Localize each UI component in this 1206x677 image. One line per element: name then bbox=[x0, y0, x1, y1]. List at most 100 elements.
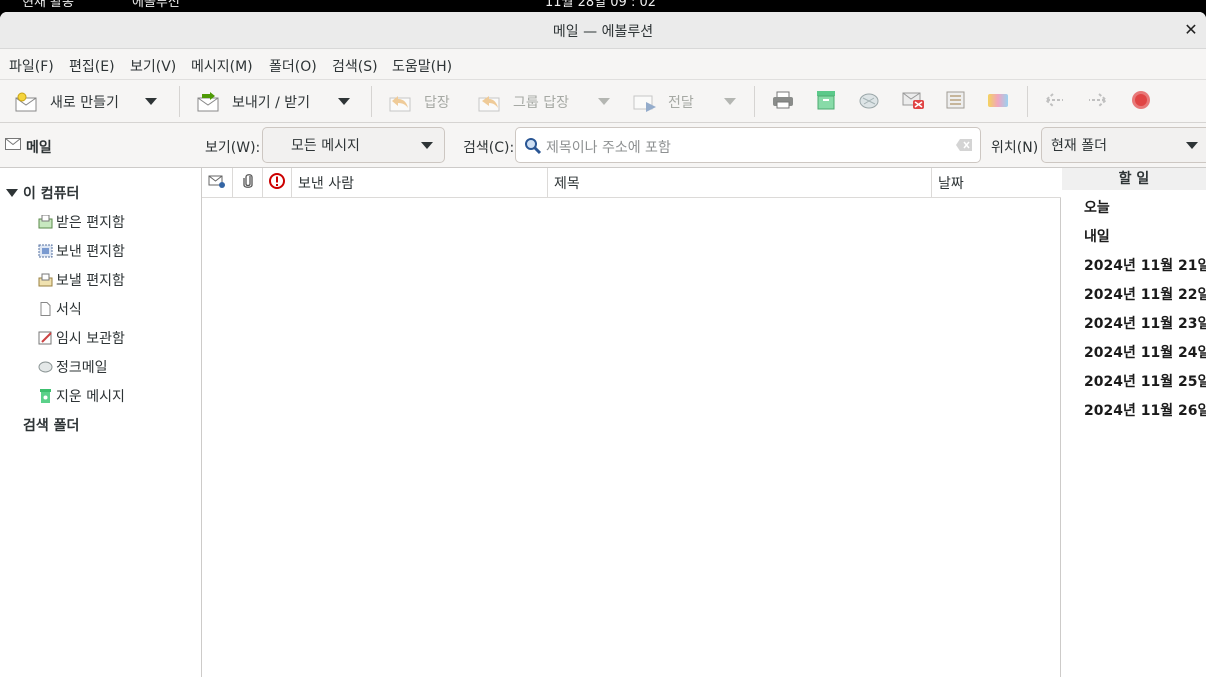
sidebar-item-label: 보낸 편지함 bbox=[56, 244, 125, 260]
todo-item[interactable]: 2024년 11월 23일 bbox=[1084, 313, 1206, 333]
toolbar-separator bbox=[371, 86, 372, 117]
forward-dropdown-arrow-icon[interactable] bbox=[723, 98, 736, 105]
todo-item[interactable]: 2024년 11월 24일 bbox=[1084, 342, 1206, 362]
new-dropdown-arrow-icon[interactable] bbox=[144, 98, 157, 105]
titlebar: 메일 — 에볼루션 ✕ bbox=[0, 12, 1206, 49]
group-reply-icon bbox=[477, 92, 501, 112]
sidebar-item-sent[interactable]: 보낸 편지함 bbox=[38, 238, 125, 264]
forward-label: 전달 bbox=[668, 94, 694, 111]
sidebar-item-search-folders[interactable]: 검색 폴더 bbox=[23, 412, 79, 438]
menu-help[interactable]: 도움말(H) bbox=[392, 56, 452, 76]
close-icon[interactable]: ✕ bbox=[1180, 19, 1202, 41]
activities-label[interactable]: 현재 활동 bbox=[22, 0, 74, 10]
message-list[interactable]: 보낸 사람 제목 날짜 bbox=[202, 168, 1061, 677]
sidebar-item-drafts[interactable]: 임시 보관함 bbox=[38, 325, 125, 351]
sidebar-item-label: 정크메일 bbox=[56, 360, 108, 376]
column-from[interactable]: 보낸 사람 bbox=[292, 168, 548, 198]
go-forward-icon bbox=[1086, 90, 1110, 114]
sidebar-item-templates[interactable]: 서식 bbox=[38, 296, 82, 322]
reply-icon bbox=[388, 92, 412, 112]
reply-button[interactable]: 답장 bbox=[388, 80, 450, 123]
evolution-window: 메일 — 에볼루션 ✕ 파일(F) 편집(E) 보기(V) 메시지(M) 폴더(… bbox=[0, 12, 1206, 677]
reply-label: 답장 bbox=[424, 94, 450, 111]
inbox-icon bbox=[38, 214, 53, 229]
todo-item[interactable]: 2024년 11월 25일 bbox=[1084, 371, 1206, 391]
send-receive-icon bbox=[196, 91, 220, 112]
column-attachment[interactable] bbox=[233, 168, 263, 198]
folder-sidebar: 메일 이 컴퓨터 받은 편지함 보낸 편지함 보낼 편지함 서식 임시 보관함 bbox=[0, 123, 202, 677]
location-value: 현재 폴더 bbox=[1051, 138, 1107, 154]
sidebar-title: 메일 bbox=[26, 140, 52, 156]
next-button[interactable] bbox=[1086, 80, 1110, 123]
account-this-computer[interactable]: 이 컴퓨터 bbox=[6, 180, 79, 206]
junk-icon bbox=[38, 360, 53, 374]
window-title: 메일 — 에볼루션 bbox=[552, 24, 654, 40]
outbox-icon bbox=[38, 273, 53, 287]
send-receive-button[interactable]: 보내기 / 받기 bbox=[196, 80, 351, 123]
column-status[interactable] bbox=[202, 168, 233, 198]
menu-message[interactable]: 메시지(M) bbox=[191, 56, 253, 76]
envelope-icon bbox=[208, 174, 226, 192]
sidebar-item-trash[interactable]: 지운 메시지 bbox=[38, 383, 125, 409]
location-combo[interactable]: 현재 폴더 bbox=[1041, 127, 1206, 163]
app-menu-label[interactable]: 에볼루션 bbox=[132, 0, 180, 10]
menu-search[interactable]: 검색(S) bbox=[332, 56, 378, 76]
group-reply-dropdown-arrow-icon[interactable] bbox=[597, 98, 610, 105]
junk-icon bbox=[858, 90, 880, 114]
expand-triangle-icon[interactable] bbox=[6, 189, 18, 197]
archive-button[interactable] bbox=[815, 80, 837, 123]
sidebar-item-junk[interactable]: 정크메일 bbox=[38, 354, 108, 380]
print-button[interactable] bbox=[771, 80, 795, 123]
new-mail-icon bbox=[14, 92, 38, 112]
sidebar-item-label: 받은 편지함 bbox=[56, 215, 125, 231]
forward-button[interactable]: 전달 bbox=[632, 80, 736, 123]
forward-icon bbox=[632, 92, 656, 112]
delete-button[interactable] bbox=[901, 80, 925, 123]
clock[interactable]: 11월 28일 09 : 02 bbox=[545, 0, 656, 10]
toolbar: 새로 만들기 보내기 / 받기 답장 그룹 답장 전달 bbox=[0, 80, 1206, 123]
menu-view[interactable]: 보기(V) bbox=[130, 56, 176, 76]
search-input[interactable]: 제목이나 주소에 포함 bbox=[515, 127, 981, 163]
view-value: 모든 메시지 bbox=[291, 138, 360, 154]
stop-button[interactable] bbox=[1130, 80, 1152, 123]
new-button[interactable]: 새로 만들기 bbox=[14, 80, 157, 123]
menu-folder[interactable]: 폴더(O) bbox=[269, 56, 317, 76]
sidebar-item-label: 임시 보관함 bbox=[56, 331, 125, 347]
column-importance[interactable] bbox=[263, 168, 292, 198]
todo-item[interactable]: 2024년 11월 22일 bbox=[1084, 284, 1206, 304]
column-subject[interactable]: 제목 bbox=[548, 168, 932, 198]
label-button[interactable] bbox=[986, 80, 1010, 123]
paperclip-icon bbox=[242, 173, 254, 193]
sidebar-item-label: 서식 bbox=[56, 302, 82, 318]
todo-item[interactable]: 2024년 11월 26일 bbox=[1084, 400, 1206, 420]
search-placeholder: 제목이나 주소에 포함 bbox=[546, 140, 671, 156]
column-date[interactable]: 날짜 bbox=[932, 168, 1061, 198]
sidebar-item-inbox[interactable]: 받은 편지함 bbox=[38, 209, 125, 235]
sidebar-header: 메일 bbox=[0, 123, 202, 168]
sidebar-item-outbox[interactable]: 보낼 편지함 bbox=[38, 267, 125, 293]
junk-button[interactable] bbox=[858, 80, 880, 123]
archive-icon bbox=[815, 90, 837, 114]
search-icon[interactable] bbox=[524, 137, 542, 159]
view-combo[interactable]: 모든 메시지 bbox=[262, 127, 445, 163]
menu-edit[interactable]: 편집(E) bbox=[69, 56, 115, 76]
group-reply-label: 그룹 답장 bbox=[513, 94, 569, 111]
location-label: 위치(N) bbox=[991, 140, 1039, 156]
group-reply-button[interactable]: 그룹 답장 bbox=[477, 80, 610, 123]
system-top-bar: 현재 활동 에볼루션 11월 28일 09 : 02 bbox=[0, 0, 1206, 12]
message-list-header: 보낸 사람 제목 날짜 bbox=[202, 168, 1061, 198]
todo-item[interactable]: 2024년 11월 21일 bbox=[1084, 255, 1206, 275]
send-receive-dropdown-arrow-icon[interactable] bbox=[338, 98, 351, 105]
clear-search-icon[interactable] bbox=[955, 138, 973, 156]
document-icon bbox=[38, 302, 53, 316]
important-icon bbox=[269, 173, 285, 193]
menu-file[interactable]: 파일(F) bbox=[9, 56, 54, 76]
todo-item[interactable]: 내일 bbox=[1084, 226, 1110, 246]
mark-read-button[interactable] bbox=[945, 80, 967, 123]
send-receive-label: 보내기 / 받기 bbox=[232, 94, 311, 111]
account-label: 이 컴퓨터 bbox=[23, 186, 80, 202]
search-label: 검색(C): bbox=[463, 140, 515, 156]
todo-item[interactable]: 오늘 bbox=[1084, 197, 1110, 217]
previous-button[interactable] bbox=[1042, 80, 1066, 123]
drafts-icon bbox=[38, 331, 53, 345]
